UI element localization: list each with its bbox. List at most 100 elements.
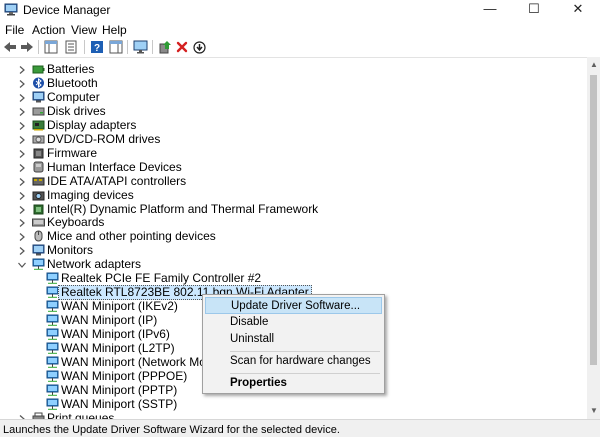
category-item[interactable]: Bluetooth [0, 76, 587, 91]
download-circle-icon [192, 40, 206, 54]
chevron-right-icon[interactable] [17, 205, 27, 215]
toolbar-separator [127, 40, 128, 54]
ctx-uninstall[interactable]: Uninstall [205, 331, 382, 348]
menu-help[interactable]: Help [102, 23, 127, 37]
menu-action[interactable]: Action [32, 23, 65, 37]
update-driver-toolbar-button[interactable] [157, 39, 173, 55]
tree-item-label: Computer [47, 89, 100, 104]
tree-item-label: Imaging devices [47, 187, 134, 202]
menu-view[interactable]: View [71, 23, 97, 37]
tree-item-label: WAN Miniport (L2TP) [61, 341, 175, 355]
action-pane-button[interactable] [108, 39, 124, 55]
tree-item-label: Intel(R) Dynamic Platform and Thermal Fr… [47, 201, 319, 216]
chevron-right-icon[interactable] [17, 218, 27, 228]
category-item[interactable]: Batteries [0, 63, 587, 77]
scroll-thumb[interactable] [590, 75, 597, 365]
chevron-down-icon[interactable] [17, 260, 27, 270]
title-bar: Device Manager — ☐ ✕ [0, 0, 600, 20]
chevron-right-icon[interactable] [17, 65, 27, 75]
ctx-update-driver[interactable]: Update Driver Software... [205, 297, 382, 314]
category-item[interactable]: Network adapters [0, 258, 587, 272]
help-toolbar-button[interactable]: ? [89, 39, 105, 55]
tree-item-label: Batteries [47, 62, 95, 76]
scan-hardware-button[interactable] [132, 39, 148, 55]
chevron-right-icon[interactable] [17, 107, 27, 117]
scroll-up-arrow-icon[interactable]: ▲ [590, 61, 598, 69]
category-item[interactable]: Mice and other pointing devices [0, 230, 587, 244]
chevron-right-icon[interactable] [17, 163, 27, 173]
status-text: Launches the Update Driver Software Wiza… [3, 424, 340, 436]
back-arrow-icon [4, 42, 16, 52]
device-item[interactable]: WAN Miniport (SSTP) [0, 396, 587, 412]
chevron-right-icon[interactable] [17, 79, 27, 89]
tree-item-label: Mice and other pointing devices [47, 229, 216, 244]
ctx-properties-label: Properties [230, 377, 287, 389]
console-tree-icon [44, 40, 58, 54]
category-item[interactable]: Imaging devices [0, 187, 587, 203]
menu-bar: File Action View Help [0, 20, 600, 39]
chevron-right-icon[interactable] [17, 191, 27, 201]
tree-item-label: DVD/CD-ROM drives [47, 131, 161, 146]
category-item[interactable]: DVD/CD-ROM drives [0, 131, 587, 147]
update-driver-icon [159, 41, 171, 54]
vertical-scrollbar[interactable]: ▲ ▼ [587, 57, 600, 419]
chevron-right-icon[interactable] [17, 135, 27, 145]
mouse-icon [34, 230, 43, 242]
ctx-uninstall-label: Uninstall [230, 333, 275, 345]
tree-item-label: WAN Miniport (IP) [61, 313, 158, 328]
tree-item-label: WAN Miniport (SSTP) [61, 396, 178, 411]
ctx-properties[interactable]: Properties [205, 375, 382, 392]
maximize-button[interactable]: ☐ [512, 0, 556, 20]
ctx-disable[interactable]: Disable [205, 314, 382, 331]
status-bar: Launches the Update Driver Software Wiza… [0, 419, 600, 437]
tree-item-label: Human Interface Devices [47, 159, 182, 174]
tree-item-label: Firmware [47, 145, 97, 160]
menu-file[interactable]: File [5, 23, 24, 37]
chevron-right-icon[interactable] [17, 93, 27, 103]
download-toolbar-button[interactable] [191, 39, 207, 55]
device-item[interactable]: Realtek PCIe FE Family Controller #2 [0, 272, 587, 286]
show-hide-console-tree-button[interactable] [43, 39, 59, 55]
context-menu: Update Driver Software... Disable Uninst… [202, 294, 385, 394]
category-item[interactable]: Human Interface Devices [0, 159, 587, 175]
network-adapter-icon [46, 300, 59, 312]
scroll-down-arrow-icon[interactable]: ▼ [590, 407, 598, 415]
tree-item-label: WAN Miniport (IKEv2) [61, 299, 178, 314]
tree-item-label: Monitors [47, 243, 94, 258]
category-item[interactable]: Keyboards [0, 216, 587, 230]
category-item[interactable]: Display adapters [0, 117, 587, 133]
category-item[interactable]: IDE ATA/ATAPI controllers [0, 174, 587, 189]
chevron-right-icon[interactable] [17, 121, 27, 131]
chevron-right-icon[interactable] [17, 246, 27, 256]
ide-controller-icon [32, 177, 45, 186]
category-item[interactable]: Intel(R) Dynamic Platform and Thermal Fr… [0, 201, 587, 217]
chevron-right-icon[interactable] [17, 177, 27, 187]
category-item[interactable]: Computer [0, 89, 587, 105]
disk-drive-icon [32, 107, 45, 116]
uninstall-toolbar-button[interactable] [174, 39, 190, 55]
tree-item-label: WAN Miniport (PPTP) [61, 382, 178, 397]
properties-sheet-icon [65, 40, 77, 54]
network-adapter-icon [46, 356, 59, 368]
help-icon: ? [91, 41, 103, 54]
chevron-right-icon[interactable] [17, 232, 27, 242]
toolbar-separator [152, 40, 153, 54]
properties-toolbar-button[interactable] [63, 39, 79, 55]
category-item[interactable]: Monitors [0, 244, 587, 258]
network-adapter-icon [46, 370, 59, 382]
back-button[interactable] [2, 39, 18, 55]
chevron-right-icon[interactable] [17, 149, 27, 159]
close-button[interactable]: ✕ [556, 0, 600, 20]
keyboard-icon [32, 218, 45, 227]
tree-item-label: Realtek PCIe FE Family Controller #2 [61, 271, 262, 286]
minimize-button[interactable]: — [468, 0, 512, 20]
category-item[interactable]: Disk drives [0, 104, 587, 119]
tree-item-label: WAN Miniport (IPv6) [61, 327, 170, 342]
hid-icon [33, 161, 44, 173]
monitor-scan-icon [133, 40, 147, 54]
ctx-scan[interactable]: Scan for hardware changes [205, 353, 382, 370]
forward-button[interactable] [19, 39, 35, 55]
tree-item-label: Display adapters [47, 117, 137, 132]
svg-text:?: ? [94, 43, 100, 54]
category-item[interactable]: Firmware [0, 145, 587, 161]
